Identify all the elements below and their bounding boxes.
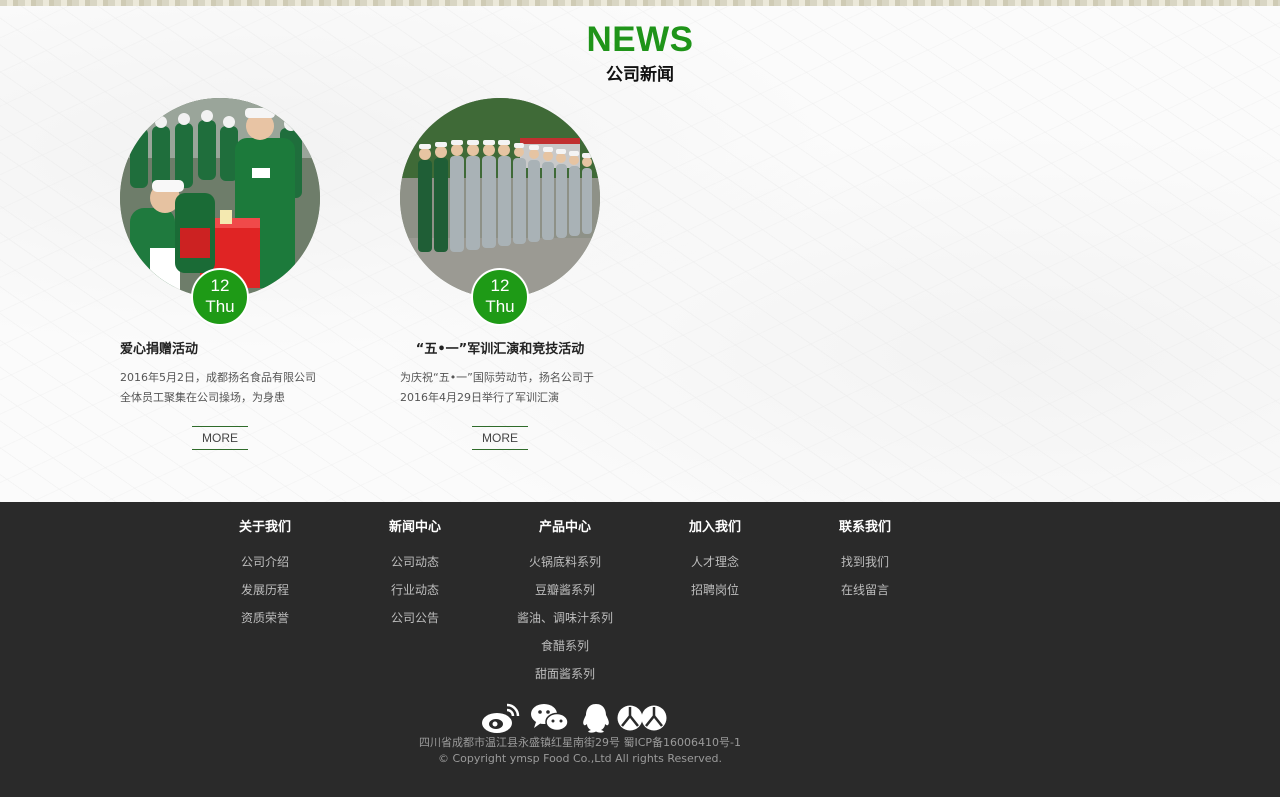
footer-heading[interactable]: 关于我们: [185, 518, 345, 538]
section-title: NEWS: [586, 20, 694, 59]
footer-column-contact: 联系我们 找到我们 在线留言: [785, 518, 945, 604]
footer-heading[interactable]: 产品中心: [485, 518, 645, 538]
footer-heading[interactable]: 加入我们: [635, 518, 795, 538]
footer-link[interactable]: 酱油、调味汁系列: [485, 604, 645, 632]
footer-heading[interactable]: 新闻中心: [335, 518, 495, 538]
footer-link[interactable]: 在线留言: [785, 576, 945, 604]
site-footer: 关于我们 公司介绍 发展历程 资质荣誉 新闻中心 公司动态 行业动态 公司公告 …: [0, 502, 1280, 797]
news-title[interactable]: 爱心捐赠活动: [120, 338, 320, 357]
date-badge: 12 Thu: [471, 268, 529, 326]
footer-column-products: 产品中心 火锅底料系列 豆瓣酱系列 酱油、调味汁系列 食醋系列 甜面酱系列: [485, 518, 645, 688]
weibo-icon[interactable]: [481, 702, 520, 734]
footer-column-news: 新闻中心 公司动态 行业动态 公司公告: [335, 518, 495, 632]
more-button[interactable]: MORE: [192, 426, 248, 450]
date-day: 12: [210, 276, 230, 295]
news-excerpt: 2016年5月2日，成都扬名食品有限公司全体员工聚集在公司操场，为身患: [120, 371, 316, 404]
more-button[interactable]: MORE: [472, 426, 528, 450]
footer-address: 四川省成都市温江县永盛镇红星南街29号 蜀ICP备16006410号-1: [418, 736, 741, 749]
footer-link[interactable]: 公司公告: [335, 604, 495, 632]
date-badge: 12 Thu: [191, 268, 249, 326]
news-title[interactable]: “五•一”军训汇演和竞技活动: [400, 338, 600, 357]
social-links: [481, 702, 671, 734]
footer-link[interactable]: 人才理念: [635, 548, 795, 576]
footer-link[interactable]: 资质荣誉: [185, 604, 345, 632]
footer-link[interactable]: 火锅底料系列: [485, 548, 645, 576]
footer-link[interactable]: 发展历程: [185, 576, 345, 604]
footer-link[interactable]: 食醋系列: [485, 632, 645, 660]
renren-icon[interactable]: [617, 702, 667, 734]
news-excerpt: 为庆祝“五•一”国际劳动节，扬名公司于2016年4月29日举行了军训汇演: [400, 371, 594, 404]
footer-link[interactable]: 公司介绍: [185, 548, 345, 576]
wechat-icon[interactable]: [530, 702, 569, 734]
footer-link[interactable]: 甜面酱系列: [485, 660, 645, 688]
news-section: NEWS 公司新闻 12 Thu 爱心捐赠活动 2016年5月2日，成都扬名食品…: [0, 6, 1280, 502]
footer-column-about: 关于我们 公司介绍 发展历程 资质荣誉: [185, 518, 345, 632]
footer-heading[interactable]: 联系我们: [785, 518, 945, 538]
date-weekday: Thu: [485, 297, 515, 316]
date-day: 12: [490, 276, 510, 295]
footer-column-join: 加入我们 人才理念 招聘岗位: [635, 518, 795, 604]
footer-link[interactable]: 公司动态: [335, 548, 495, 576]
footer-link[interactable]: 招聘岗位: [635, 576, 795, 604]
footer-copyright: © Copyright ymsp Food Co.,Ltd All rights…: [437, 752, 723, 765]
qq-icon[interactable]: [578, 702, 614, 734]
date-weekday: Thu: [205, 297, 235, 316]
footer-link[interactable]: 行业动态: [335, 576, 495, 604]
footer-link[interactable]: 找到我们: [785, 548, 945, 576]
section-subtitle: 公司新闻: [606, 65, 674, 85]
footer-link[interactable]: 豆瓣酱系列: [485, 576, 645, 604]
